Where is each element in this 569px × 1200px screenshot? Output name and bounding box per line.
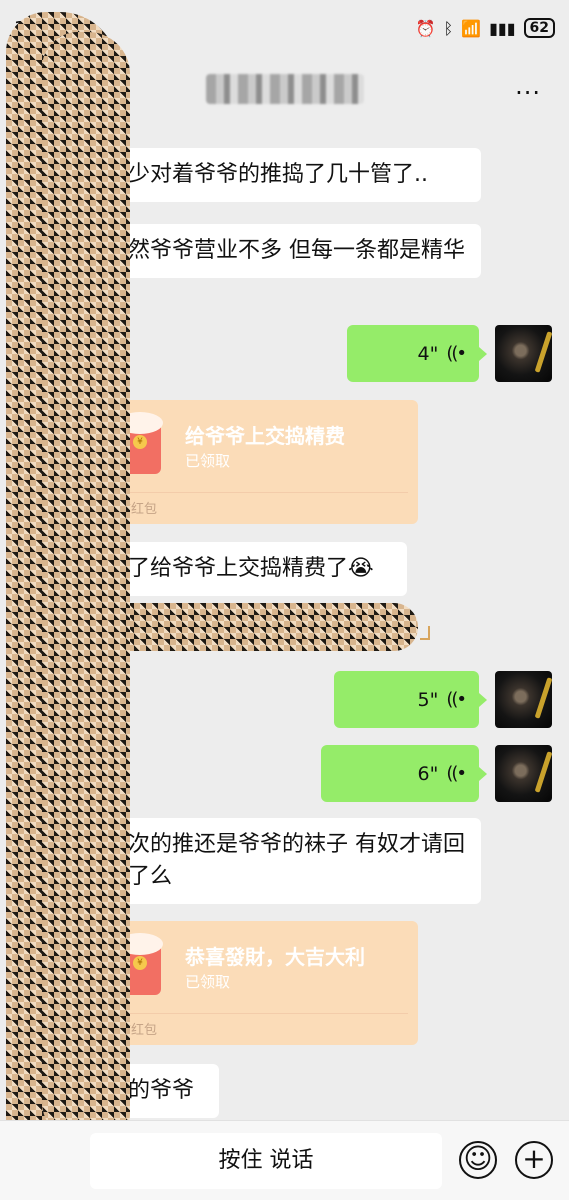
voice-wave-icon: ((• [446, 343, 467, 364]
plus-icon: + [522, 1142, 546, 1175]
message-bubble[interactable]: 忘了给爷爷上交捣精费了😭 [90, 542, 407, 596]
coin-icon: ¥ [133, 435, 147, 449]
voice-wave-icon: ((• [446, 763, 467, 784]
coin-icon: ¥ [133, 956, 147, 970]
message-text: 上次的推还是爷爷的袜子 有奴才请回去了么 [106, 832, 465, 889]
voice-duration: 5" [417, 688, 439, 711]
user-avatar[interactable] [495, 671, 552, 728]
red-packet-divider [105, 1013, 408, 1014]
plus-button[interactable]: + [515, 1141, 553, 1179]
red-packet-status: 已领取 [185, 973, 231, 991]
message-bubble[interactable]: 至少对着爷爷的推捣了几十管了.. [90, 148, 481, 202]
more-options-icon[interactable]: ... [515, 74, 541, 98]
redacted-avatar-column-overlay [42, 32, 130, 1142]
message-text: 忘了给爷爷上交捣精费了😭 [106, 556, 374, 581]
alarm-icon: ⏰ [415, 18, 436, 38]
emoji-icon: ☺ [463, 1142, 493, 1175]
red-packet-status: 已领取 [185, 452, 231, 470]
emoji-button[interactable]: ☺ [459, 1141, 497, 1179]
signal-icon: ▮▮▮ [489, 18, 516, 38]
voice-message[interactable]: 6" ((• [321, 745, 487, 802]
battery-indicator: 62 [523, 18, 555, 38]
voice-duration: 6" [417, 762, 439, 785]
wifi-icon: 📶 [461, 18, 482, 38]
chat-title [205, 74, 364, 104]
red-packet-divider [105, 492, 408, 493]
user-avatar[interactable] [495, 745, 552, 802]
message-bubble[interactable]: 虽然爷爷营业不多 但每一条都是精华 [90, 224, 481, 278]
red-packet-title: 给爷爷上交捣精费 [185, 424, 345, 448]
user-avatar[interactable] [495, 325, 552, 382]
message-text: 虽然爷爷营业不多 但每一条都是精华 [106, 238, 465, 263]
redacted-mosaic [98, 603, 418, 651]
message-input-bar[interactable]: 按住 说话 ☺ + [0, 1120, 569, 1200]
voice-duration: 4" [417, 342, 439, 365]
hold-to-talk-button[interactable]: 按住 说话 [90, 1133, 442, 1189]
red-packet-message[interactable]: ¥ 恭喜發財，大吉大利 已领取 微信红包 [95, 921, 418, 1045]
voice-message[interactable]: 4" ((• [347, 325, 487, 382]
bluetooth-icon: ᛒ [443, 18, 454, 38]
message-bubble[interactable]: 上次的推还是爷爷的袜子 有奴才请回去了么 [90, 818, 481, 904]
message-text: 至少对着爷爷的推捣了几十管了.. [106, 162, 428, 187]
red-packet-title: 恭喜發財，大吉大利 [185, 945, 365, 969]
voice-wave-icon: ((• [446, 689, 467, 710]
bracket-mark [420, 626, 430, 640]
voice-message[interactable]: 5" ((• [334, 671, 487, 728]
status-icons: ⏰ ᛒ 📶 ▮▮▮ 62 [416, 18, 555, 38]
red-packet-message[interactable]: ¥ 给爷爷上交捣精费 已领取 微信红包 [95, 400, 418, 524]
